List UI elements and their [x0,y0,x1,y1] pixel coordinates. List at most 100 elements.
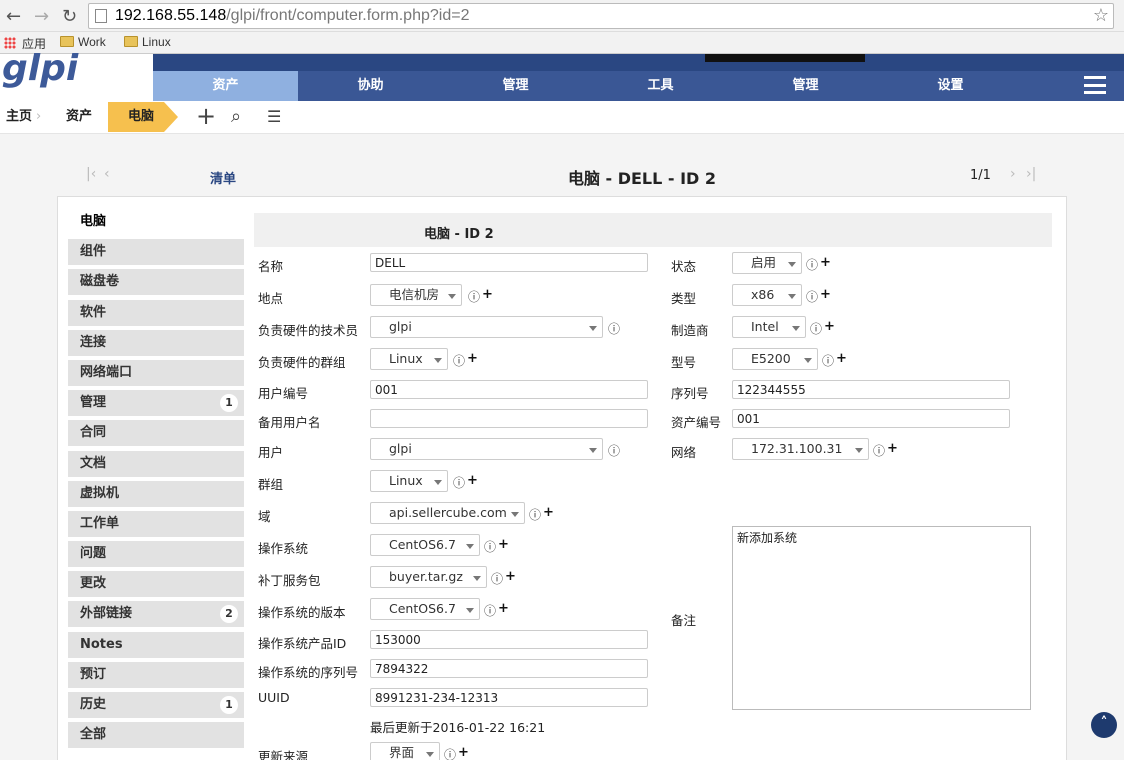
os-product-id-input[interactable] [370,630,648,649]
usernum-input[interactable] [370,380,648,399]
tab-all[interactable]: 全部 [68,722,244,749]
list-icon[interactable]: ☰ [267,107,281,126]
bookmark-work[interactable]: Work [60,35,106,49]
add-icon[interactable]: + [467,473,478,488]
network-select[interactable]: 172.31.100.31 [732,438,869,460]
tech-select[interactable]: glpi [370,316,603,338]
info-icon[interactable]: ⓘ [822,352,834,369]
user-select[interactable]: glpi [370,438,603,460]
info-icon[interactable]: ⓘ [806,256,818,273]
info-icon[interactable]: ⓘ [468,288,480,305]
menu-management[interactable]: 管理 [443,71,588,101]
info-icon[interactable]: ⓘ [608,442,620,459]
tab-network-ports[interactable]: 网络端口 [68,359,244,386]
add-icon[interactable]: + [824,319,835,334]
reload-icon[interactable]: ↻ [62,6,77,27]
tab-components[interactable]: 组件 [68,239,244,266]
info-icon[interactable]: ⓘ [484,602,496,619]
info-icon[interactable]: ⓘ [529,506,541,523]
info-icon[interactable]: ⓘ [806,288,818,305]
tab-management[interactable]: 管理 1 [68,390,244,417]
breadcrumb-home[interactable]: 主页 [6,102,32,132]
info-icon[interactable]: ⓘ [453,352,465,369]
tab-virtual-machines[interactable]: 虚拟机 [68,480,244,507]
breadcrumb-computers[interactable]: 电脑 [108,102,179,132]
add-icon[interactable]: + [458,745,469,760]
bookmark-linux[interactable]: Linux [124,35,171,49]
menu-assets[interactable]: 资产 [153,71,298,101]
page-icon [95,9,107,23]
tab-tickets[interactable]: 工作单 [68,510,244,537]
menu-assistance[interactable]: 协助 [298,71,443,101]
os-select[interactable]: CentOS6.7 [370,534,480,556]
altuser-input[interactable] [370,409,648,428]
tab-external-links[interactable]: 外部链接 2 [68,601,244,628]
info-icon[interactable]: ⓘ [873,442,885,459]
menu-tools[interactable]: 工具 [588,71,733,101]
uuid-input[interactable] [370,688,648,707]
next-record-icon[interactable]: › [1010,166,1016,182]
tab-connections[interactable]: 连接 [68,329,244,356]
model-select[interactable]: E5200 [732,348,818,370]
model-label: 型号 [671,355,697,370]
forward-arrow-icon[interactable]: → [34,6,49,27]
glpi-logo[interactable]: glpi [2,48,78,89]
group-select[interactable]: Linux [370,470,448,492]
info-icon[interactable]: ⓘ [484,538,496,555]
address-bar[interactable]: 192.168.55.148/glpi/front/computer.form.… [88,3,1114,29]
breadcrumb-assets[interactable]: 资产 [66,102,92,132]
search-icon[interactable]: ⌕ [231,106,241,127]
tab-contracts[interactable]: 合同 [68,420,244,447]
group-tech-select[interactable]: Linux [370,348,448,370]
menu-setup[interactable]: 设置 [878,71,1023,101]
info-icon[interactable]: ⓘ [810,320,822,337]
status-select[interactable]: 启用 [732,252,802,274]
asset-number-input[interactable] [732,409,1010,428]
update-source-select[interactable]: 界面 [370,742,440,760]
add-icon[interactable]: + [482,287,493,302]
os-serial-input[interactable] [370,659,648,678]
add-icon[interactable]: + [543,505,554,520]
info-icon[interactable]: ⓘ [608,320,620,337]
add-icon[interactable]: + [820,287,831,302]
tab-reservations[interactable]: 预订 [68,661,244,688]
add-icon[interactable]: + [505,569,516,584]
last-record-icon[interactable]: ›| [1026,166,1036,182]
menu-administration[interactable]: 管理 [733,71,878,101]
add-icon[interactable]: + [498,537,509,552]
serial-input[interactable] [732,380,1010,399]
tab-history[interactable]: 历史 1 [68,692,244,718]
manufacturer-select[interactable]: Intel [732,316,806,338]
servicepack-select[interactable]: buyer.tar.gz [370,566,487,588]
logo-area[interactable]: glpi [0,48,153,102]
add-icon[interactable]: + [836,351,847,366]
type-label: 类型 [671,291,697,306]
add-icon[interactable]: + [196,102,216,130]
name-input[interactable] [370,253,648,272]
add-icon[interactable]: + [498,601,509,616]
domain-select[interactable]: api.sellercube.com [370,502,525,524]
location-select[interactable]: 电信机房 [370,284,462,306]
tab-software[interactable]: 软件 [68,299,244,326]
info-icon[interactable]: ⓘ [491,570,503,587]
info-icon[interactable]: ⓘ [444,746,456,760]
tab-computer[interactable]: 电脑 [68,209,244,235]
os-version-select[interactable]: CentOS6.7 [370,598,480,620]
tab-documents[interactable]: 文档 [68,450,244,477]
bookmark-star-icon[interactable]: ☆ [1093,5,1109,26]
type-select[interactable]: x86 [732,284,802,306]
back-arrow-icon[interactable]: ← [6,6,21,27]
add-icon[interactable]: + [887,441,898,456]
tab-changes[interactable]: 更改 [68,571,244,598]
add-icon[interactable]: + [467,351,478,366]
add-icon[interactable]: + [820,255,831,270]
notes-textarea[interactable]: 新添加系统 [732,526,1031,710]
tab-problems[interactable]: 问题 [68,541,244,568]
tab-volumes[interactable]: 磁盘卷 [68,269,244,296]
hamburger-menu-icon[interactable] [1084,76,1106,94]
form-title: 电脑 - ID 2 [424,227,494,242]
scroll-to-top-button[interactable]: ˄ [1091,712,1117,738]
tab-notes[interactable]: Notes [68,631,244,658]
info-icon[interactable]: ⓘ [453,474,465,491]
os-label: 操作系统 [258,541,309,556]
